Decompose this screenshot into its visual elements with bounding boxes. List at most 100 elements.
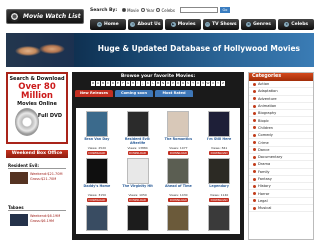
letter-hash[interactable]: # (91, 81, 95, 86)
category-item[interactable]: Horror (249, 190, 313, 198)
movie-poster[interactable] (208, 205, 231, 231)
movie-card[interactable]: Resident Evil: Afterlife Views: 13884 DOWN… (119, 111, 157, 155)
nav-celebs[interactable]: ★ Celebs (278, 19, 315, 30)
letter-t[interactable]: T (191, 81, 195, 86)
movie-title[interactable]: Ahead of Time (165, 184, 192, 193)
category-item[interactable]: Action (249, 81, 313, 89)
movie-poster[interactable] (85, 158, 108, 184)
letter-k[interactable]: K (146, 81, 150, 86)
letter-x[interactable]: X (211, 81, 215, 86)
movie-title[interactable]: The Romantics (165, 137, 192, 146)
letter-h[interactable]: H (131, 81, 135, 86)
movie-title[interactable]: The Virginity Hit (122, 184, 153, 193)
category-item[interactable]: Adaptation (249, 88, 313, 96)
category-item[interactable]: Legal (249, 198, 313, 206)
nav-movies[interactable]: ▶ Movies (165, 19, 202, 30)
nav-home[interactable]: ⌂ Home (90, 19, 126, 30)
letter-z[interactable]: Z (221, 81, 225, 86)
boxoffice-item1-title[interactable]: Resident Evil: (8, 163, 66, 169)
promo-box[interactable]: Search & Download Over 80 Million Movies… (6, 72, 68, 144)
movie-card[interactable] (78, 205, 116, 231)
letter-e[interactable]: E (116, 81, 120, 86)
movie-poster[interactable] (167, 111, 190, 137)
nav-tvshows[interactable]: ▭ TV Shows (203, 19, 239, 30)
letter-b[interactable]: B (101, 81, 105, 86)
category-item[interactable]: History (249, 183, 313, 191)
download-button[interactable]: DOWNLOAD (127, 151, 148, 155)
category-item[interactable]: Family (249, 169, 313, 176)
boxoffice-item2-title[interactable]: Tabaes (8, 205, 66, 211)
tab-most-rated[interactable]: Most Rated (155, 90, 193, 97)
download-button[interactable]: DOWNLOAD (168, 151, 189, 155)
download-button[interactable]: DOWNLOAD (127, 198, 148, 202)
movie-poster[interactable] (126, 158, 149, 184)
movie-card[interactable] (200, 205, 238, 231)
movie-card[interactable]: Legendary Views: 1140 DOWNLOAD (200, 158, 238, 202)
search-go-button[interactable]: Go (219, 7, 230, 13)
category-item[interactable]: Children (249, 125, 313, 133)
movie-card[interactable]: Daddy's Home Views: 3150 DOWNLOAD (78, 158, 116, 202)
letter-n[interactable]: N (161, 81, 165, 86)
radio-year[interactable] (141, 8, 145, 12)
movie-title[interactable]: Resident Evil: Afterlife (119, 137, 157, 146)
download-button[interactable]: DOWNLOAD (209, 198, 230, 202)
movie-poster[interactable] (167, 205, 190, 231)
letter-y[interactable]: Y (216, 81, 220, 86)
radio-celebs[interactable] (156, 8, 161, 12)
letter-w[interactable]: W (206, 81, 210, 86)
nav-about[interactable]: i About Us (127, 19, 164, 30)
movie-poster[interactable] (208, 158, 231, 184)
boxoffice-item2[interactable]: Weekend:$6.19M Gross:$6.19M (10, 214, 60, 226)
nav-genres[interactable]: ≡ Genres (240, 19, 277, 30)
movie-card[interactable]: Bran Van Day Views: 2520 DOWNLOAD (78, 111, 116, 155)
letter-r[interactable]: R (181, 81, 185, 86)
download-button[interactable]: DOWNLOAD (86, 151, 107, 155)
letter-f[interactable]: F (121, 81, 125, 86)
movie-title[interactable]: Legendary (209, 184, 229, 193)
movie-card[interactable]: I'm Still Here Views: 841 DOWNLOAD (200, 111, 238, 155)
category-item[interactable]: Animation (249, 103, 313, 111)
movie-poster[interactable] (208, 111, 231, 137)
movie-poster[interactable] (167, 158, 190, 184)
letter-p[interactable]: P (171, 81, 175, 86)
movie-title[interactable]: Bran Van Day (84, 137, 109, 146)
letter-i[interactable]: I (136, 81, 140, 86)
movie-poster[interactable] (126, 111, 149, 137)
category-item[interactable]: Biopic (249, 117, 313, 125)
letter-c[interactable]: C (106, 81, 110, 86)
letter-m[interactable]: M (156, 81, 160, 86)
download-button[interactable]: DOWNLOAD (209, 151, 230, 155)
letter-s[interactable]: S (186, 81, 190, 86)
letter-j[interactable]: J (141, 81, 145, 86)
category-item[interactable]: Musical (249, 205, 313, 213)
movie-card[interactable] (119, 205, 157, 231)
tab-coming-soon[interactable]: Coming soon (115, 90, 153, 97)
movie-poster[interactable] (126, 205, 149, 231)
movie-poster[interactable] (85, 205, 108, 231)
category-item[interactable]: Documentary (249, 154, 313, 162)
letter-q[interactable]: Q (176, 81, 180, 86)
letter-l[interactable]: L (151, 81, 155, 86)
radio-movie[interactable] (122, 8, 127, 12)
site-logo[interactable]: Movie Watch List (6, 9, 84, 24)
movie-card[interactable] (160, 205, 198, 231)
letter-o[interactable]: O (166, 81, 170, 86)
category-item[interactable]: Biography (249, 110, 313, 118)
letter-u[interactable]: U (196, 81, 200, 86)
letter-v[interactable]: V (201, 81, 205, 86)
category-item[interactable]: Crime (249, 139, 313, 147)
boxoffice-item1[interactable]: Weekend:$21.70M Gross:$21.70M (10, 172, 63, 184)
movie-poster[interactable] (85, 111, 108, 137)
category-item[interactable]: Fantasy (249, 176, 313, 184)
letter-d[interactable]: D (111, 81, 115, 86)
search-input[interactable] (179, 7, 218, 13)
letter-g[interactable]: G (126, 81, 130, 86)
letter-a[interactable]: A (96, 81, 100, 86)
movie-title[interactable]: Daddy's Home (84, 184, 111, 193)
category-item[interactable]: Adventure (249, 96, 313, 103)
tab-new-releases[interactable]: New Releases (75, 90, 113, 97)
download-button[interactable]: DOWNLOAD (168, 198, 189, 202)
category-item[interactable]: Dance (249, 147, 313, 154)
movie-card[interactable]: The Romantics Views: 1077 DOWNLOAD (160, 111, 198, 155)
category-item[interactable]: Drama (249, 161, 313, 169)
